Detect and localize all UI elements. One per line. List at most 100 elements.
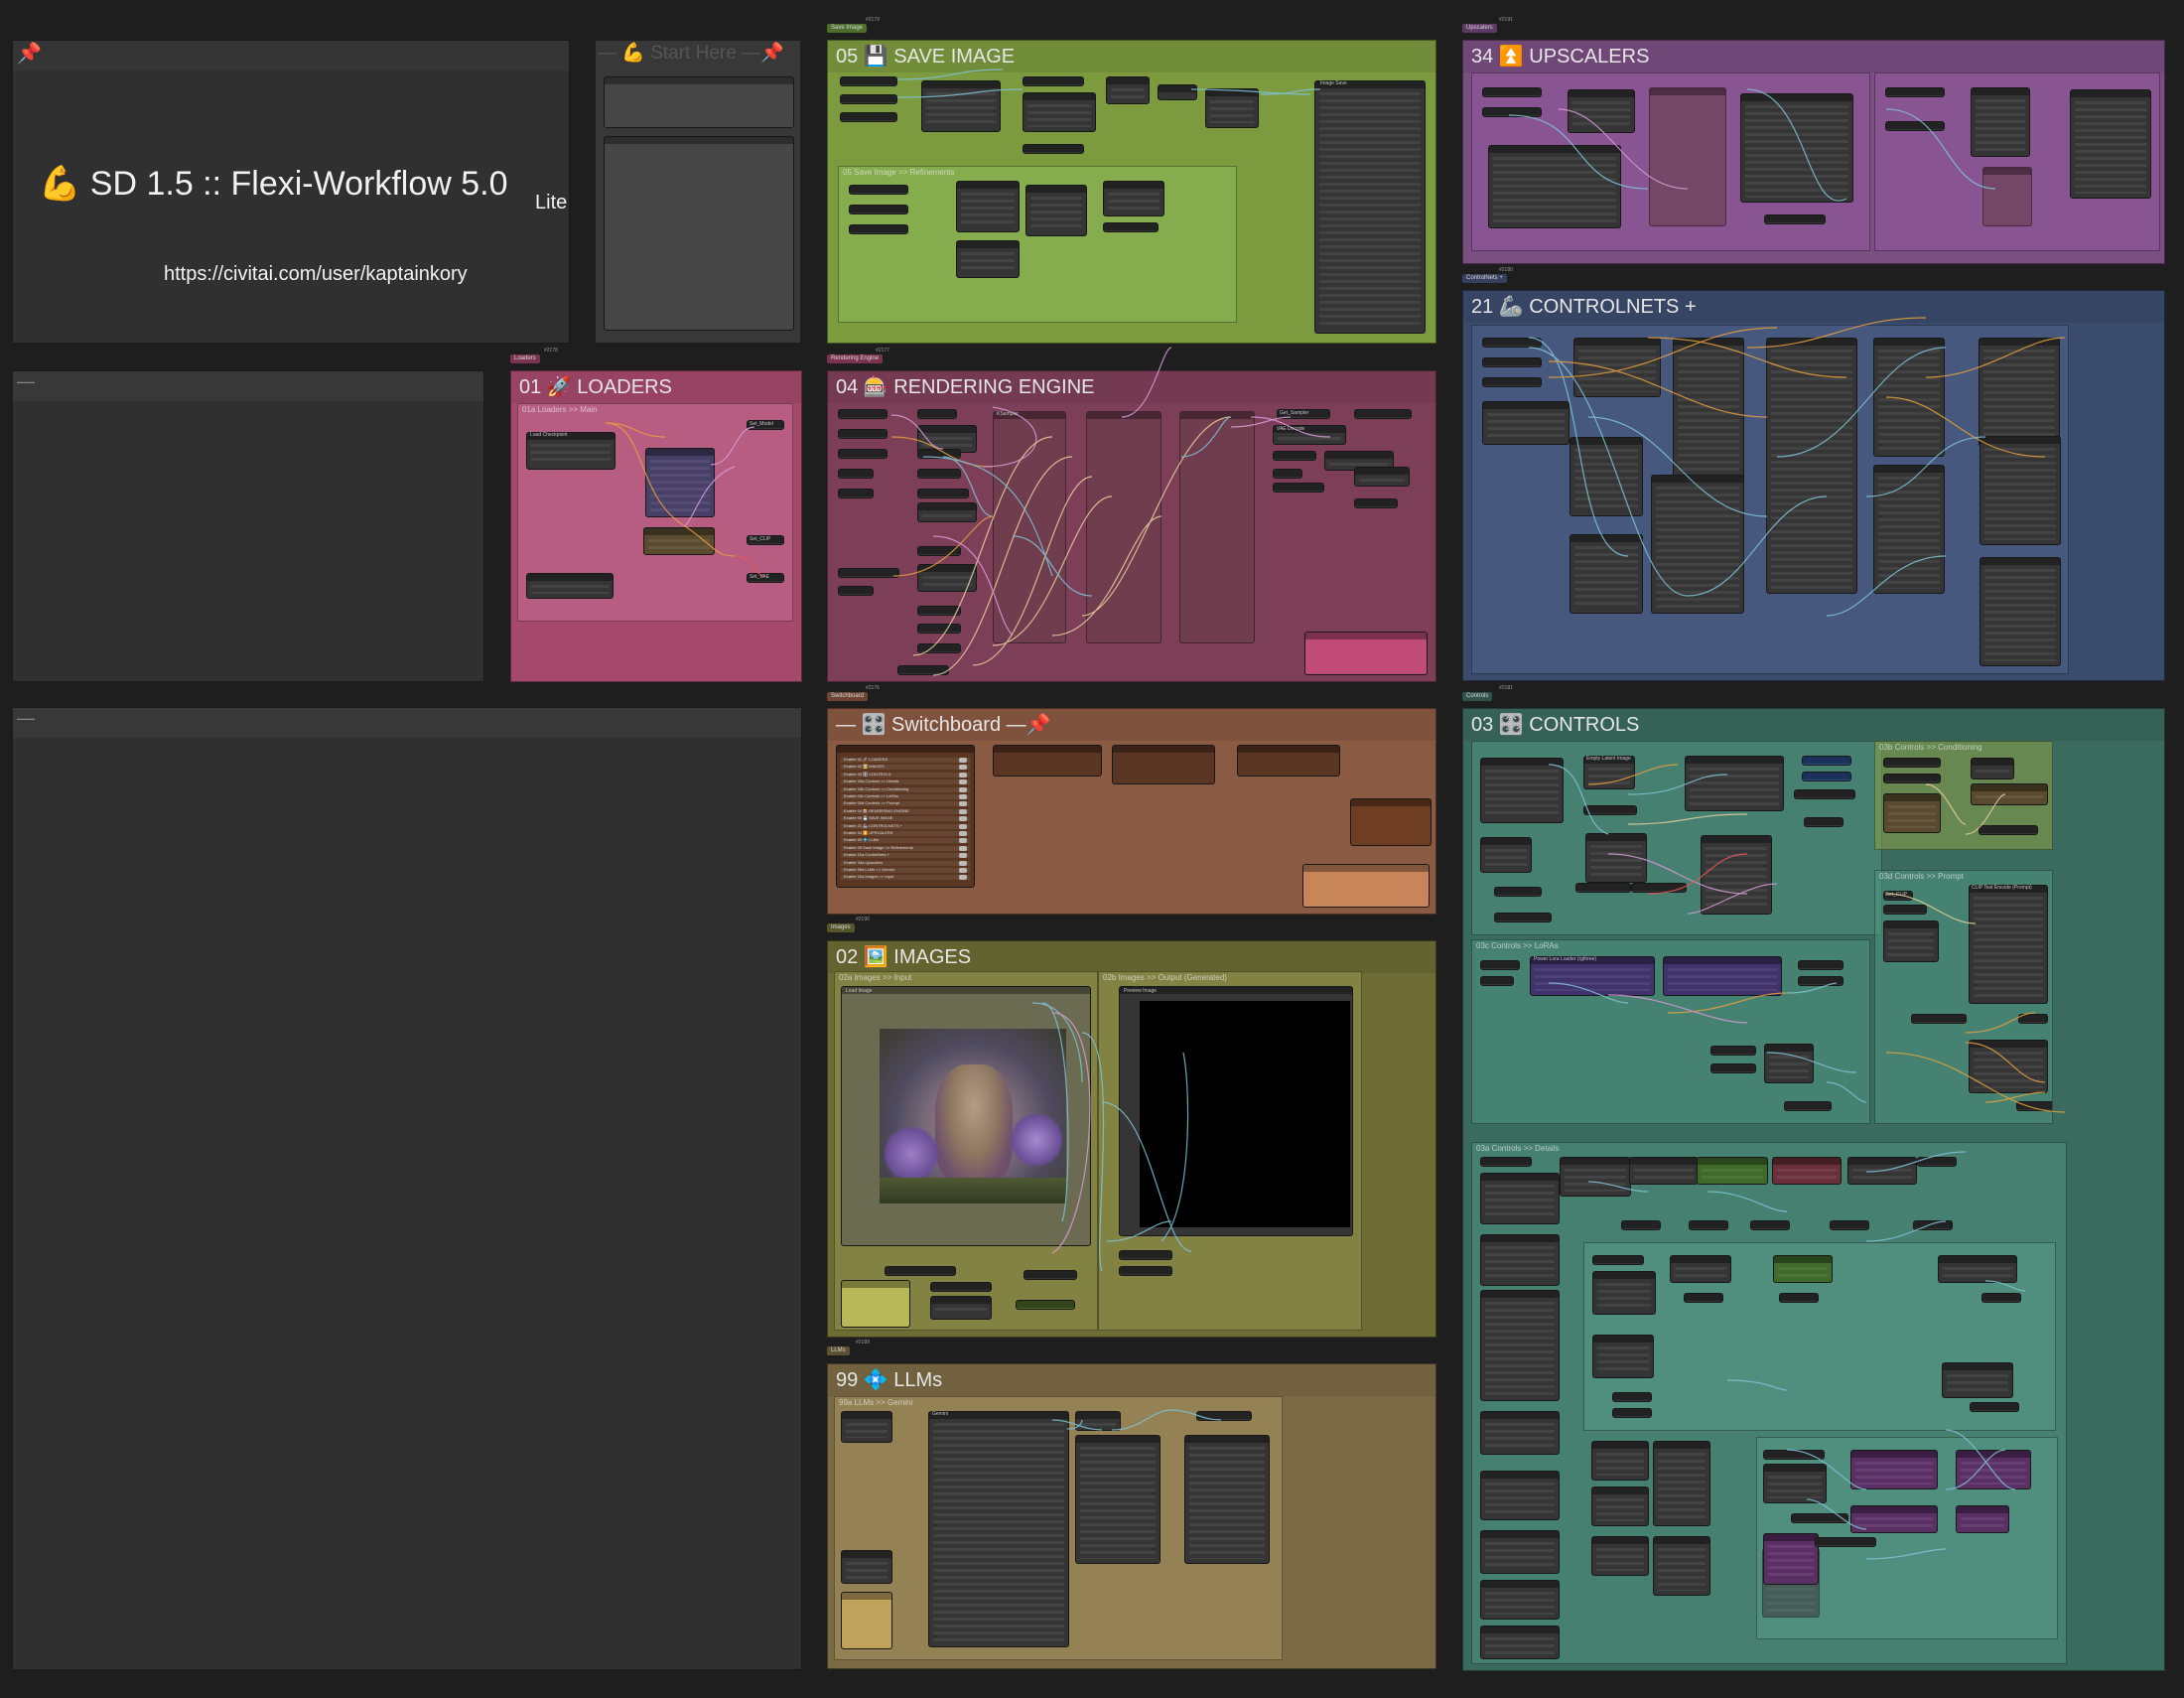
node-power-lora-loader[interactable] (1530, 956, 1655, 996)
node-get-image-saved[interactable] (840, 76, 897, 86)
node-get-image-latent[interactable] (1494, 887, 1542, 897)
node-bypasser-3[interactable] (1112, 745, 1215, 784)
node-get-cfg-r[interactable] (838, 469, 874, 479)
switchboard-row[interactable]: Enable 05 💾 SAVE IMAGE (841, 815, 970, 822)
node-set-latent-final[interactable] (1815, 1537, 1876, 1547)
node-show-text[interactable] (1480, 837, 1532, 873)
node-get-clip-lora[interactable] (1480, 976, 1514, 986)
node-get-noise-details[interactable] (1917, 1157, 1957, 1167)
node-set-seed[interactable] (1689, 1220, 1728, 1230)
switchboard-row[interactable]: Enable 99 💠 LLMs (841, 837, 970, 844)
node-text-output[interactable] (1075, 1435, 1160, 1564)
node-image-node-d[interactable] (1024, 1270, 1077, 1280)
node-llm-image[interactable] (841, 1411, 892, 1443)
node-gemini[interactable] (928, 1411, 1069, 1647)
node-get-clip-2-prompt[interactable] (1883, 905, 1927, 915)
node-get-image-up[interactable] (1482, 107, 1542, 117)
node-set-pixcell[interactable] (1354, 498, 1398, 508)
title-note[interactable]: 📌 💪 SD 1.5 :: Flexi-Workflow 5.0 Lite ht… (12, 40, 570, 344)
group-controls[interactable]: 03 🎛️ CONTROLS Empty Latent Image 03b Co… (1462, 708, 2165, 1671)
subgroup-details-latent[interactable] (1756, 1437, 2058, 1639)
node-get-noise-2-r[interactable] (917, 546, 961, 556)
node-get-image-generated-2[interactable] (849, 224, 908, 234)
node-load-image[interactable]: Load Image (841, 986, 1091, 1246)
node-image-node-c[interactable] (930, 1296, 992, 1320)
node-get-sampler-2-r[interactable] (917, 624, 961, 634)
node-bypasser-4[interactable] (1237, 745, 1340, 777)
node-get-image-saved-3[interactable] (849, 185, 908, 195)
node-set-model-lora-2[interactable] (1784, 1101, 1832, 1111)
node-get-sigmas-2-r[interactable] (917, 643, 961, 653)
node-get-image-select[interactable] (1023, 144, 1084, 154)
node-empty-latent-2[interactable] (1701, 835, 1772, 915)
switchboard-row[interactable]: Enable 34 ⏫ UPSCALERS (841, 830, 970, 836)
node-latent-flip[interactable] (1763, 1533, 1819, 1585)
node-upscale-model[interactable] (1488, 145, 1621, 228)
subgroup-llms-gemini[interactable]: 99a LLMs >> Gemini Gemini (834, 1396, 1283, 1660)
group-switchboard[interactable]: — 🎛️ Switchboard —📌 Enable 01 🚀 LOADERS E… (827, 708, 1436, 915)
switchboard-toggle[interactable] (959, 838, 967, 844)
node-clip-set-last[interactable] (643, 527, 715, 555)
node-get-image-ref[interactable] (1103, 222, 1159, 232)
node-image-switch[interactable] (921, 80, 1001, 132)
subgroup-save-refinements[interactable]: 05 Save Image >> Refinements (838, 166, 1237, 323)
node-cn-preview-4[interactable] (1979, 436, 2061, 545)
node-cn-output[interactable] (1873, 465, 1945, 594)
node-model-sampling-2[interactable] (1480, 1471, 1560, 1520)
group-tag-save-image[interactable]: Save Image (827, 24, 868, 33)
node-get-latent-upscale[interactable] (1763, 1450, 1825, 1460)
switchboard-row[interactable]: Enable 03a Controls >> Details (841, 778, 970, 785)
node-set-model-lora[interactable] (1798, 960, 1843, 970)
group-tag-controls[interactable]: Controls (1462, 692, 1493, 701)
subgroup-images-input[interactable]: 02a Images >> Input Load Image (834, 971, 1098, 1331)
node-latent-from-batch[interactable] (1794, 789, 1855, 799)
node-switch-latent[interactable] (1631, 883, 1687, 893)
node-dynamic-thresholding[interactable] (1480, 1290, 1560, 1401)
node-preprocessor[interactable] (1573, 338, 1661, 397)
node-set-sigmas[interactable] (1621, 1220, 1661, 1230)
node-model-sampling[interactable] (1480, 1411, 1560, 1455)
subgroup-upscalers-alt[interactable] (1874, 72, 2160, 251)
node-get-cond-neg-r[interactable] (838, 568, 899, 578)
group-tag-upscalers[interactable]: Upscalers (1462, 24, 1497, 33)
node-get-cond-conditioning[interactable] (1883, 758, 1941, 768)
node-set-cfg-2nd[interactable] (1779, 1293, 1819, 1303)
author-url[interactable]: https://civitai.com/user/kaptainkory (164, 263, 468, 286)
node-get-sigmas-r[interactable] (917, 469, 961, 479)
node-upscale-alt-override[interactable] (1982, 167, 2032, 226)
node-get-image-upscaled[interactable] (840, 112, 897, 122)
node-latent-upscale[interactable] (1850, 1450, 1938, 1489)
switchboard-row[interactable]: Enable 02a Images >> Input (841, 874, 970, 881)
node-latent-composite[interactable] (1956, 1450, 2031, 1489)
switchboard-row[interactable]: Enable 03 🎛️ CONTROLS (841, 772, 970, 778)
node-switch-any[interactable] (1971, 758, 2014, 779)
node-cfg-neg[interactable] (1772, 1157, 1842, 1185)
node-text-concat[interactable] (1075, 1411, 1121, 1431)
node-set-latent-height[interactable] (1802, 772, 1851, 781)
node-image-filter[interactable] (1205, 88, 1259, 128)
node-sampler-select-2[interactable] (1653, 1536, 1710, 1596)
node-get-cfg-neg-r[interactable] (838, 489, 874, 498)
node-set-sampler-details[interactable] (1970, 1402, 2019, 1412)
node-image-contrast[interactable] (1103, 181, 1164, 216)
node-cn-preview-3[interactable] (1979, 338, 2060, 447)
node-image-save-select[interactable] (1023, 92, 1096, 132)
group-rendering[interactable]: 04 🎰 RENDERING ENGINE KSampler Get_Sampl… (827, 370, 1436, 682)
node-image-histogram[interactable] (956, 181, 1020, 232)
node-pixelate[interactable] (1158, 84, 1197, 100)
node-get-noise-r[interactable] (917, 409, 957, 419)
node-upscale-preview[interactable] (1740, 93, 1853, 203)
node-switchboard-note[interactable] (1302, 864, 1430, 908)
group-loaders[interactable]: 01 🚀 LOADERS 01a Loaders >> Main Load Ch… (510, 370, 802, 682)
node-get-cond-prompt-2[interactable] (1911, 1014, 1967, 1024)
switchboard-row[interactable]: Enable 21 🦾 CONTROLNETS + (841, 823, 970, 829)
switchboard-toggle[interactable] (959, 831, 967, 836)
node-upscale-alt-preview[interactable] (2070, 89, 2151, 199)
node-get-sigmas-2nd[interactable] (1612, 1392, 1652, 1402)
group-save-image[interactable]: 05 💾 SAVE IMAGE Image Save 05 Save Image… (827, 40, 1436, 344)
node-get-model-lora-3[interactable] (1710, 1063, 1756, 1073)
node-cn-merge[interactable] (1873, 338, 1945, 457)
group-tag-switchboard[interactable]: Switchboard (827, 692, 869, 701)
switchboard-toggle[interactable] (959, 875, 967, 881)
node-model-switch[interactable] (1764, 1044, 1814, 1083)
